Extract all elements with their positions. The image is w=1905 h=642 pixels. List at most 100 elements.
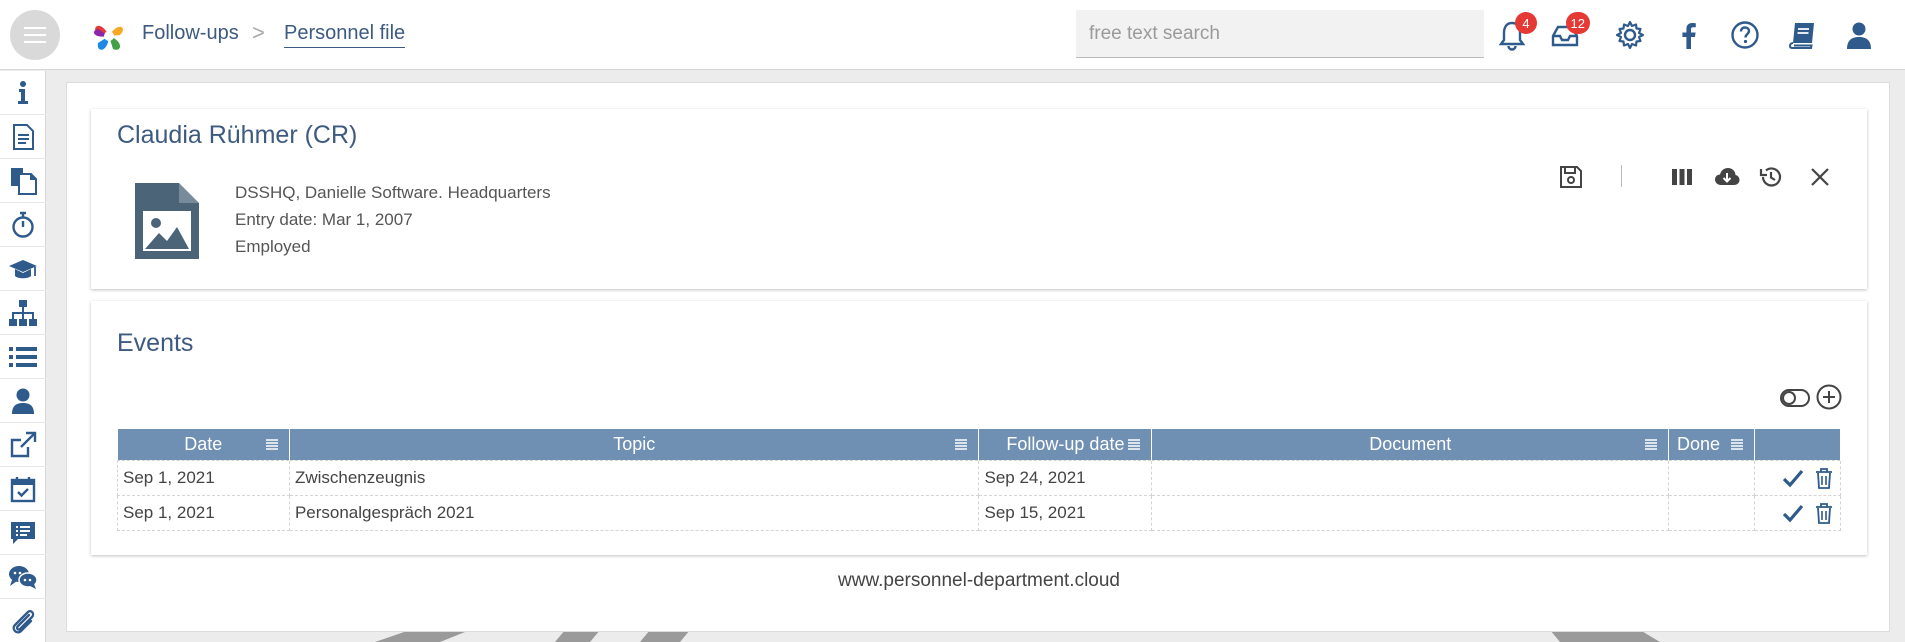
column-header-label: Done bbox=[1677, 433, 1721, 454]
cell-date: Sep 1, 2021 bbox=[117, 459, 290, 496]
column-header-label: Document bbox=[1369, 433, 1452, 454]
checkmark-icon[interactable] bbox=[1782, 467, 1804, 489]
column-menu-icon[interactable] bbox=[1644, 437, 1658, 451]
entry-date-info: Entry date: Mar 1, 2007 bbox=[235, 210, 413, 229]
menu-button[interactable] bbox=[10, 10, 60, 60]
events-table: Date Topic Follow-up date Document Done … bbox=[117, 429, 1841, 531]
breadcrumb-current[interactable]: Personnel file bbox=[284, 22, 406, 48]
app-logo[interactable] bbox=[88, 15, 130, 57]
cell-date: Sep 1, 2021 bbox=[117, 494, 290, 531]
sidebar-item-list[interactable] bbox=[0, 335, 46, 379]
info-icon bbox=[18, 80, 28, 104]
column-header-label: Follow-up date bbox=[1006, 433, 1125, 454]
cell-topic: Zwischenzeugnis bbox=[288, 459, 980, 496]
company-info: DSSHQ, Danielle Software. Headquarters bbox=[235, 183, 551, 202]
inbox-badge: 12 bbox=[1565, 12, 1590, 34]
breadcrumb-root[interactable]: Follow-ups bbox=[142, 22, 239, 45]
employment-status: Employed bbox=[235, 237, 311, 256]
cell-done bbox=[1668, 494, 1755, 531]
sidebar-item-external[interactable] bbox=[0, 423, 46, 467]
chat-icon bbox=[9, 565, 38, 589]
stopwatch-icon bbox=[12, 211, 34, 238]
notifications-button[interactable]: 4 bbox=[1493, 12, 1537, 54]
person-card: Claudia Rühmer (CR) DSSHQ, Danielle Soft… bbox=[91, 109, 1867, 289]
cell-document bbox=[1151, 494, 1670, 531]
sidebar-item-document[interactable] bbox=[0, 115, 46, 159]
column-header-label: Topic bbox=[613, 433, 656, 454]
sidebar-item-organization[interactable] bbox=[0, 291, 46, 335]
user-button[interactable] bbox=[1840, 16, 1878, 54]
facebook-button[interactable] bbox=[1670, 16, 1708, 54]
sidebar-item-person[interactable] bbox=[0, 379, 46, 423]
cell-document bbox=[1151, 459, 1670, 496]
gear-icon bbox=[1615, 20, 1645, 50]
paperclip-icon bbox=[12, 609, 35, 633]
checkmark-icon[interactable] bbox=[1782, 502, 1804, 524]
add-event-icon[interactable] bbox=[1815, 383, 1843, 411]
sidebar-item-calendar[interactable] bbox=[0, 467, 46, 511]
trash-icon[interactable] bbox=[1813, 467, 1835, 489]
documents-icon bbox=[11, 167, 37, 195]
close-icon bbox=[1811, 168, 1829, 186]
breadcrumb-separator-icon: > bbox=[252, 20, 265, 45]
external-link-icon bbox=[10, 431, 37, 457]
user-icon bbox=[1847, 22, 1871, 49]
cell-actions bbox=[1754, 459, 1841, 496]
notifications-badge: 4 bbox=[1515, 12, 1537, 34]
column-menu-icon[interactable] bbox=[1127, 437, 1141, 451]
close-button[interactable] bbox=[1804, 161, 1836, 193]
column-menu-icon[interactable] bbox=[954, 437, 968, 451]
settings-button[interactable] bbox=[1611, 16, 1649, 54]
sidebar-item-info[interactable] bbox=[0, 71, 46, 115]
search-input[interactable] bbox=[1076, 10, 1484, 58]
save-button[interactable] bbox=[1555, 161, 1587, 193]
sidebar bbox=[0, 71, 46, 642]
cell-followup-date: Sep 15, 2021 bbox=[978, 494, 1153, 531]
menu-icon bbox=[24, 25, 46, 46]
column-header-actions bbox=[1754, 429, 1841, 460]
sidebar-item-chat[interactable] bbox=[0, 555, 46, 599]
graduation-cap-icon bbox=[9, 259, 37, 278]
table-header-row: Date Topic Follow-up date Document Done bbox=[117, 429, 1841, 460]
card-toolbar bbox=[1555, 161, 1845, 193]
cloud-download-icon bbox=[1715, 168, 1740, 185]
trash-icon[interactable] bbox=[1813, 502, 1835, 524]
help-button[interactable] bbox=[1726, 16, 1764, 54]
inbox-button[interactable]: 12 bbox=[1546, 12, 1590, 54]
org-chart-icon bbox=[9, 299, 37, 326]
column-header-done[interactable]: Done bbox=[1668, 429, 1755, 460]
column-header-label: Date bbox=[184, 433, 223, 454]
comment-list-icon bbox=[11, 521, 35, 544]
toggle-icon[interactable] bbox=[1779, 387, 1811, 409]
person-name: Claudia Rühmer (CR) bbox=[117, 121, 358, 149]
manual-button[interactable] bbox=[1783, 16, 1821, 54]
cell-followup-date: Sep 24, 2021 bbox=[978, 459, 1153, 496]
sidebar-item-timer[interactable] bbox=[0, 203, 46, 247]
sidebar-item-training[interactable] bbox=[0, 247, 46, 291]
events-card: Events Date Topic Follow-up date Documen… bbox=[91, 301, 1867, 555]
column-menu-icon[interactable] bbox=[1730, 437, 1744, 451]
sidebar-item-documents[interactable] bbox=[0, 159, 46, 203]
history-icon bbox=[1759, 167, 1782, 187]
footer-website-link[interactable]: www.personnel-department.cloud bbox=[67, 570, 1891, 592]
column-header-document[interactable]: Document bbox=[1151, 429, 1670, 460]
save-icon bbox=[1560, 166, 1582, 188]
toolbar-divider bbox=[1621, 165, 1622, 187]
document-icon bbox=[13, 123, 34, 150]
columns-button[interactable] bbox=[1666, 161, 1698, 193]
sidebar-item-attachments[interactable] bbox=[0, 599, 46, 642]
history-button[interactable] bbox=[1755, 161, 1787, 193]
table-row[interactable]: Sep 1, 2021 Zwischenzeugnis Sep 24, 2021 bbox=[117, 459, 1841, 496]
sidebar-item-notes[interactable] bbox=[0, 511, 46, 555]
table-row[interactable]: Sep 1, 2021 Personalgespräch 2021 Sep 15… bbox=[117, 494, 1841, 531]
column-header-topic[interactable]: Topic bbox=[289, 429, 980, 460]
column-header-date[interactable]: Date bbox=[117, 429, 290, 460]
columns-icon bbox=[1672, 169, 1692, 185]
download-button[interactable] bbox=[1711, 161, 1743, 193]
column-header-followup-date[interactable]: Follow-up date bbox=[978, 429, 1153, 460]
help-icon bbox=[1731, 21, 1759, 49]
book-icon bbox=[1788, 23, 1814, 49]
facebook-icon bbox=[1682, 23, 1696, 49]
main-panel: Claudia Rühmer (CR) DSSHQ, Danielle Soft… bbox=[66, 82, 1890, 632]
column-menu-icon[interactable] bbox=[265, 437, 279, 451]
